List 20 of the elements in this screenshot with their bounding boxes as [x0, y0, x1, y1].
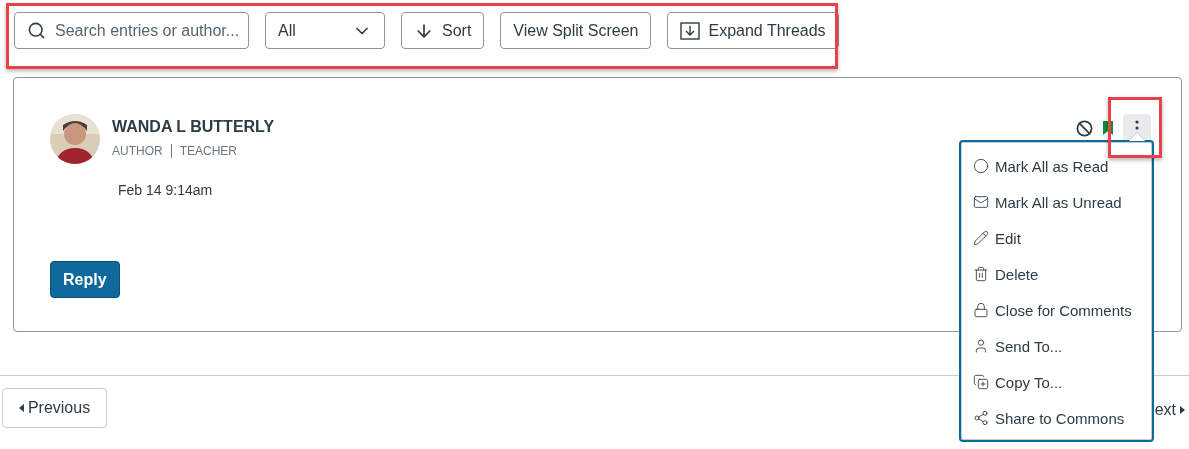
menu-item[interactable]: Delete [961, 256, 1152, 292]
role-label: AUTHOR [112, 144, 163, 158]
menu-item[interactable]: Mark All as Unread [961, 184, 1152, 220]
sort-button[interactable]: Sort [401, 12, 485, 49]
menu-item[interactable]: Copy To... [961, 364, 1152, 400]
previous-button[interactable]: Previous [2, 388, 107, 428]
search-field[interactable]: Search entries or author... [14, 12, 249, 49]
split-screen-button[interactable]: View Split Screen [500, 12, 652, 49]
expand-threads-button[interactable]: Expand Threads [667, 12, 839, 49]
reply-button[interactable]: Reply [50, 261, 120, 298]
role-label: TEACHER [179, 144, 237, 158]
menu-item[interactable]: Share to Commons [961, 400, 1152, 436]
next-button[interactable]: ext [1154, 401, 1189, 419]
menu-item[interactable]: Send To... [961, 328, 1152, 364]
menu-item[interactable]: Mark All as Read [961, 148, 1152, 184]
author-name: WANDA L BUTTERLY [112, 118, 275, 136]
menu-item[interactable]: Edit [961, 220, 1152, 256]
filter-dropdown[interactable]: All [265, 12, 385, 49]
menu-item[interactable]: Close for Comments [961, 292, 1152, 328]
post-date: Feb 14 9:14am [118, 182, 214, 198]
